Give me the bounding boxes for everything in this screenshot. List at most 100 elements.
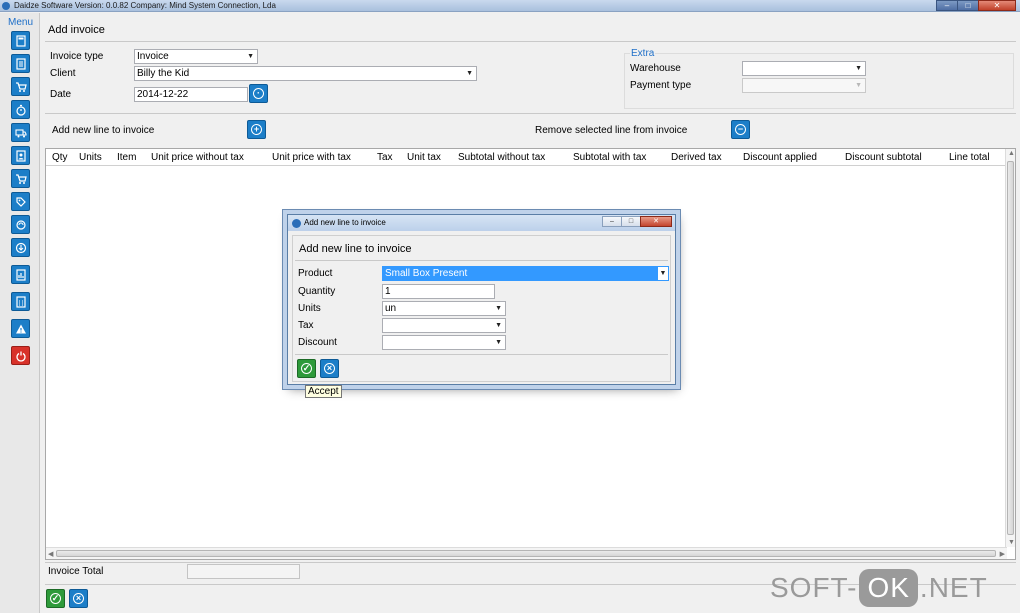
payment-type-select[interactable]: ▼: [742, 78, 866, 93]
document-icon: [15, 57, 26, 70]
watermark: SOFT- OK .NET: [770, 567, 988, 609]
cancel-button[interactable]: ×: [320, 359, 339, 378]
column-header[interactable]: Line total: [949, 152, 990, 163]
accept-tooltip: Accept: [305, 385, 342, 398]
product-value: Small Box Present: [385, 268, 468, 279]
add-line-button[interactable]: +: [247, 120, 266, 139]
title-divider: [45, 41, 1016, 42]
sidebar-item-calculator[interactable]: [11, 31, 30, 50]
contact-card-icon: [15, 149, 26, 162]
quantity-input[interactable]: 1: [382, 284, 495, 299]
scroll-left-icon[interactable]: ◀: [48, 550, 53, 558]
close-button[interactable]: ✕: [978, 0, 1016, 11]
minimize-button[interactable]: –: [936, 0, 958, 11]
date-picker-button[interactable]: ·: [249, 84, 268, 103]
sidebar-item-exit[interactable]: [11, 346, 30, 365]
dialog-heading-divider: [295, 260, 668, 261]
units-value: un: [385, 303, 397, 314]
refresh-icon: [15, 219, 26, 230]
sidebar-item-document[interactable]: [11, 54, 30, 73]
sidebar-item-stopwatch[interactable]: [11, 100, 30, 119]
product-select[interactable]: Small Box Present ▼: [382, 266, 669, 281]
window-controls: – □ ✕: [936, 0, 1016, 11]
discount-select[interactable]: ▼: [382, 335, 506, 350]
quantity-value: 1: [385, 286, 391, 297]
units-select[interactable]: un ▼: [382, 301, 506, 316]
add-line-label: Add new line to invoice: [52, 125, 155, 136]
quantity-label: Quantity: [298, 286, 336, 297]
invoice-type-select[interactable]: Invoice ▼: [134, 49, 258, 64]
scroll-up-icon[interactable]: ▲: [1008, 150, 1015, 157]
warehouse-select[interactable]: ▼: [742, 61, 866, 76]
sidebar-item-reports[interactable]: [11, 265, 30, 284]
vertical-scroll-thumb[interactable]: [1007, 161, 1014, 535]
shopping-cart-icon: [15, 173, 27, 184]
column-header[interactable]: Unit tax: [407, 152, 441, 163]
footer-divider: [45, 562, 1016, 563]
sidebar-item-accounting[interactable]: [11, 292, 30, 311]
maximize-button[interactable]: □: [957, 0, 979, 11]
scroll-right-icon[interactable]: ▶: [1000, 550, 1005, 558]
invoice-type-label: Invoice type: [50, 51, 104, 62]
column-header[interactable]: Subtotal with tax: [573, 152, 646, 163]
vertical-scrollbar[interactable]: ▲ ▼: [1005, 149, 1015, 547]
date-input[interactable]: 2014-12-22: [134, 87, 248, 102]
dialog-titlebar[interactable]: Add new line to invoice – □ ✕: [288, 215, 675, 231]
tax-select[interactable]: ▼: [382, 318, 506, 333]
client-select[interactable]: Billy the Kid ▼: [134, 66, 477, 81]
chevron-down-icon: ▼: [495, 339, 502, 346]
tax-label: Tax: [298, 320, 314, 331]
sidebar-item-contacts[interactable]: [11, 146, 30, 165]
sidebar-item-delivery[interactable]: [11, 123, 30, 142]
close-icon: ×: [73, 593, 84, 604]
horizontal-scroll-thumb[interactable]: [56, 550, 996, 557]
sidebar-item-shopping[interactable]: [11, 169, 30, 188]
header-divider: [45, 113, 1016, 114]
sidebar-item-sync[interactable]: [11, 215, 30, 234]
table-header: Qty Units Item Unit price without tax Un…: [46, 149, 1006, 166]
menu-label: Menu: [8, 17, 34, 28]
accept-button[interactable]: ✓: [297, 359, 316, 378]
plus-icon: +: [251, 124, 262, 135]
column-header[interactable]: Units: [79, 152, 102, 163]
invoice-total-label: Invoice Total: [48, 566, 104, 577]
column-header[interactable]: Subtotal without tax: [458, 152, 545, 163]
dialog-minimize-button[interactable]: –: [602, 216, 622, 227]
dialog-window-controls: – □ ✕: [602, 216, 672, 227]
sidebar-item-download[interactable]: [11, 238, 30, 257]
date-value: 2014-12-22: [137, 89, 189, 100]
chevron-down-icon: ▼: [855, 82, 862, 89]
remove-line-button[interactable]: −: [731, 120, 750, 139]
column-header[interactable]: Discount subtotal: [845, 152, 922, 163]
chart-icon: [15, 268, 26, 281]
extra-group-title: Extra: [630, 48, 656, 59]
column-header[interactable]: Unit price with tax: [272, 152, 351, 163]
column-header[interactable]: Discount applied: [743, 152, 817, 163]
dialog-close-button[interactable]: ✕: [640, 216, 672, 227]
scroll-down-icon[interactable]: ▼: [1008, 539, 1015, 546]
save-invoice-button[interactable]: ✓: [46, 589, 65, 608]
add-line-dialog: Add new line to invoice – □ ✕ Add new li…: [287, 214, 676, 385]
window-title: Daidze Software Version: 0.0.82 Company:…: [14, 1, 276, 10]
sidebar-item-tags[interactable]: [11, 192, 30, 211]
column-header[interactable]: Qty: [52, 152, 68, 163]
column-header[interactable]: Unit price without tax: [151, 152, 244, 163]
chevron-down-icon: ▼: [466, 70, 473, 77]
invoice-type-value: Invoice: [137, 51, 169, 62]
client-label: Client: [50, 68, 76, 79]
tag-icon: [15, 196, 26, 207]
cancel-invoice-button[interactable]: ×: [69, 589, 88, 608]
column-header[interactable]: Tax: [377, 152, 393, 163]
discount-label: Discount: [298, 337, 337, 348]
cart-icon: [15, 81, 27, 92]
horizontal-scrollbar[interactable]: ◀ ▶: [46, 547, 1007, 559]
dialog-maximize-button[interactable]: □: [621, 216, 641, 227]
column-header[interactable]: Derived tax: [671, 152, 722, 163]
minus-icon: −: [735, 124, 746, 135]
column-header[interactable]: Item: [117, 152, 136, 163]
app-icon: [292, 219, 301, 228]
sidebar-item-cart[interactable]: [11, 77, 30, 96]
dialog-window-title: Add new line to invoice: [304, 218, 386, 227]
sidebar-item-alerts[interactable]: [11, 319, 30, 338]
power-icon: [15, 351, 26, 362]
